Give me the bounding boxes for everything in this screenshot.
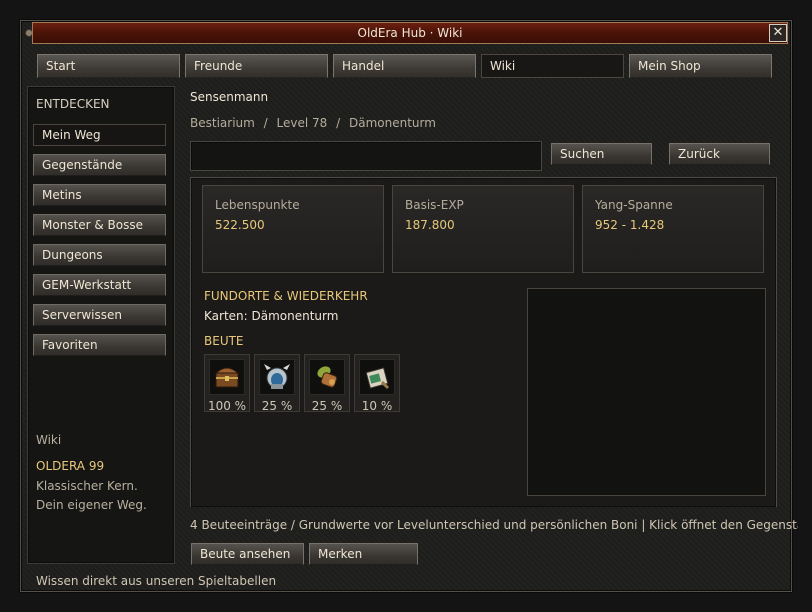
sidebar-item-metins[interactable]: Metins — [33, 184, 166, 206]
stat-value: 187.800 — [405, 218, 455, 232]
page-title: Sensenmann — [190, 90, 269, 104]
loot-slot[interactable]: 25 % — [254, 354, 300, 413]
loot-slot[interactable]: 25 % — [304, 354, 350, 413]
loot-slot[interactable]: 10 % — [354, 354, 400, 413]
tab-wiki[interactable]: Wiki — [481, 54, 624, 78]
breadcrumb-level: Level 78 — [276, 116, 328, 130]
loot-chance: 100 % — [207, 399, 247, 413]
sidebar-item-items[interactable]: Gegenstände — [33, 154, 166, 176]
sidebar-brand: OLDERA 99 — [36, 459, 105, 473]
sidebar-footer-label: Wiki — [36, 433, 62, 447]
loot-summary-text: 4 Beuteeinträge / Grundwerte vor Levelun… — [190, 518, 798, 532]
close-button[interactable]: ✕ — [769, 24, 787, 42]
tab-trade[interactable]: Handel — [333, 54, 476, 78]
sidebar-item-my-path[interactable]: Mein Weg — [33, 124, 166, 146]
tab-friends[interactable]: Freunde — [185, 54, 328, 78]
breadcrumb-location[interactable]: Dämonenturm — [349, 116, 436, 130]
stat-label: Lebenspunkte — [215, 198, 300, 212]
sidebar-item-favorites[interactable]: Favoriten — [33, 334, 166, 356]
tab-my-shop[interactable]: Mein Shop — [629, 54, 772, 78]
breadcrumb: Bestiarium / Level 78 / Dämonenturm — [190, 116, 436, 130]
breadcrumb-separator: / — [336, 116, 341, 130]
sidebar-item-dungeons[interactable]: Dungeons — [33, 244, 166, 266]
stat-label: Yang-Spanne — [595, 198, 673, 212]
stat-value: 522.500 — [215, 218, 265, 232]
scroll-book-icon — [359, 359, 395, 395]
skull-helmet-icon — [259, 359, 295, 395]
window-title: OldEra Hub · Wiki — [32, 22, 788, 44]
sidebar-tagline-1: Klassischer Kern. — [36, 479, 138, 493]
tab-start[interactable]: Start — [37, 54, 180, 78]
status-bar-text: Wissen direkt aus unseren Spieltabellen — [36, 574, 277, 588]
stat-card-yang: Yang-Spanne 952 - 1.428 — [582, 185, 764, 273]
monster-preview — [527, 288, 766, 496]
stat-value: 952 - 1.428 — [595, 218, 665, 232]
stat-card-exp: Basis-EXP 187.800 — [392, 185, 574, 273]
breadcrumb-separator: / — [263, 116, 268, 130]
loot-heading: BEUTE — [204, 334, 244, 348]
sidebar-item-monsters-bosses[interactable]: Monster & Bosse — [33, 214, 166, 236]
bookmark-button[interactable]: Merken — [309, 543, 418, 565]
sidebar-item-gem-workshop[interactable]: GEM-Werkstatt — [33, 274, 166, 296]
sidebar-tagline-2: Dein eigener Weg. — [36, 498, 147, 512]
locations-heading: FUNDORTE & WIEDERKEHR — [204, 289, 368, 303]
stat-card-hp: Lebenspunkte 522.500 — [202, 185, 384, 273]
locations-maps: Karten: Dämonenturm — [204, 309, 339, 323]
view-loot-button[interactable]: Beute ansehen — [191, 543, 304, 565]
sidebar-item-server-knowledge[interactable]: Serverwissen — [33, 304, 166, 326]
loot-chance: 25 % — [261, 399, 293, 413]
loot-chance: 10 % — [361, 399, 393, 413]
loot-slot[interactable]: 100 % — [204, 354, 250, 413]
search-button[interactable]: Suchen — [551, 143, 652, 165]
herb-bundle-icon — [309, 359, 345, 395]
search-input[interactable] — [190, 141, 542, 171]
stat-label: Basis-EXP — [405, 198, 464, 212]
back-button[interactable]: Zurück — [669, 143, 770, 165]
sidebar-heading: ENTDECKEN — [36, 97, 110, 111]
treasure-chest-icon — [209, 359, 245, 395]
loot-chance: 25 % — [311, 399, 343, 413]
breadcrumb-category[interactable]: Bestiarium — [190, 116, 255, 130]
